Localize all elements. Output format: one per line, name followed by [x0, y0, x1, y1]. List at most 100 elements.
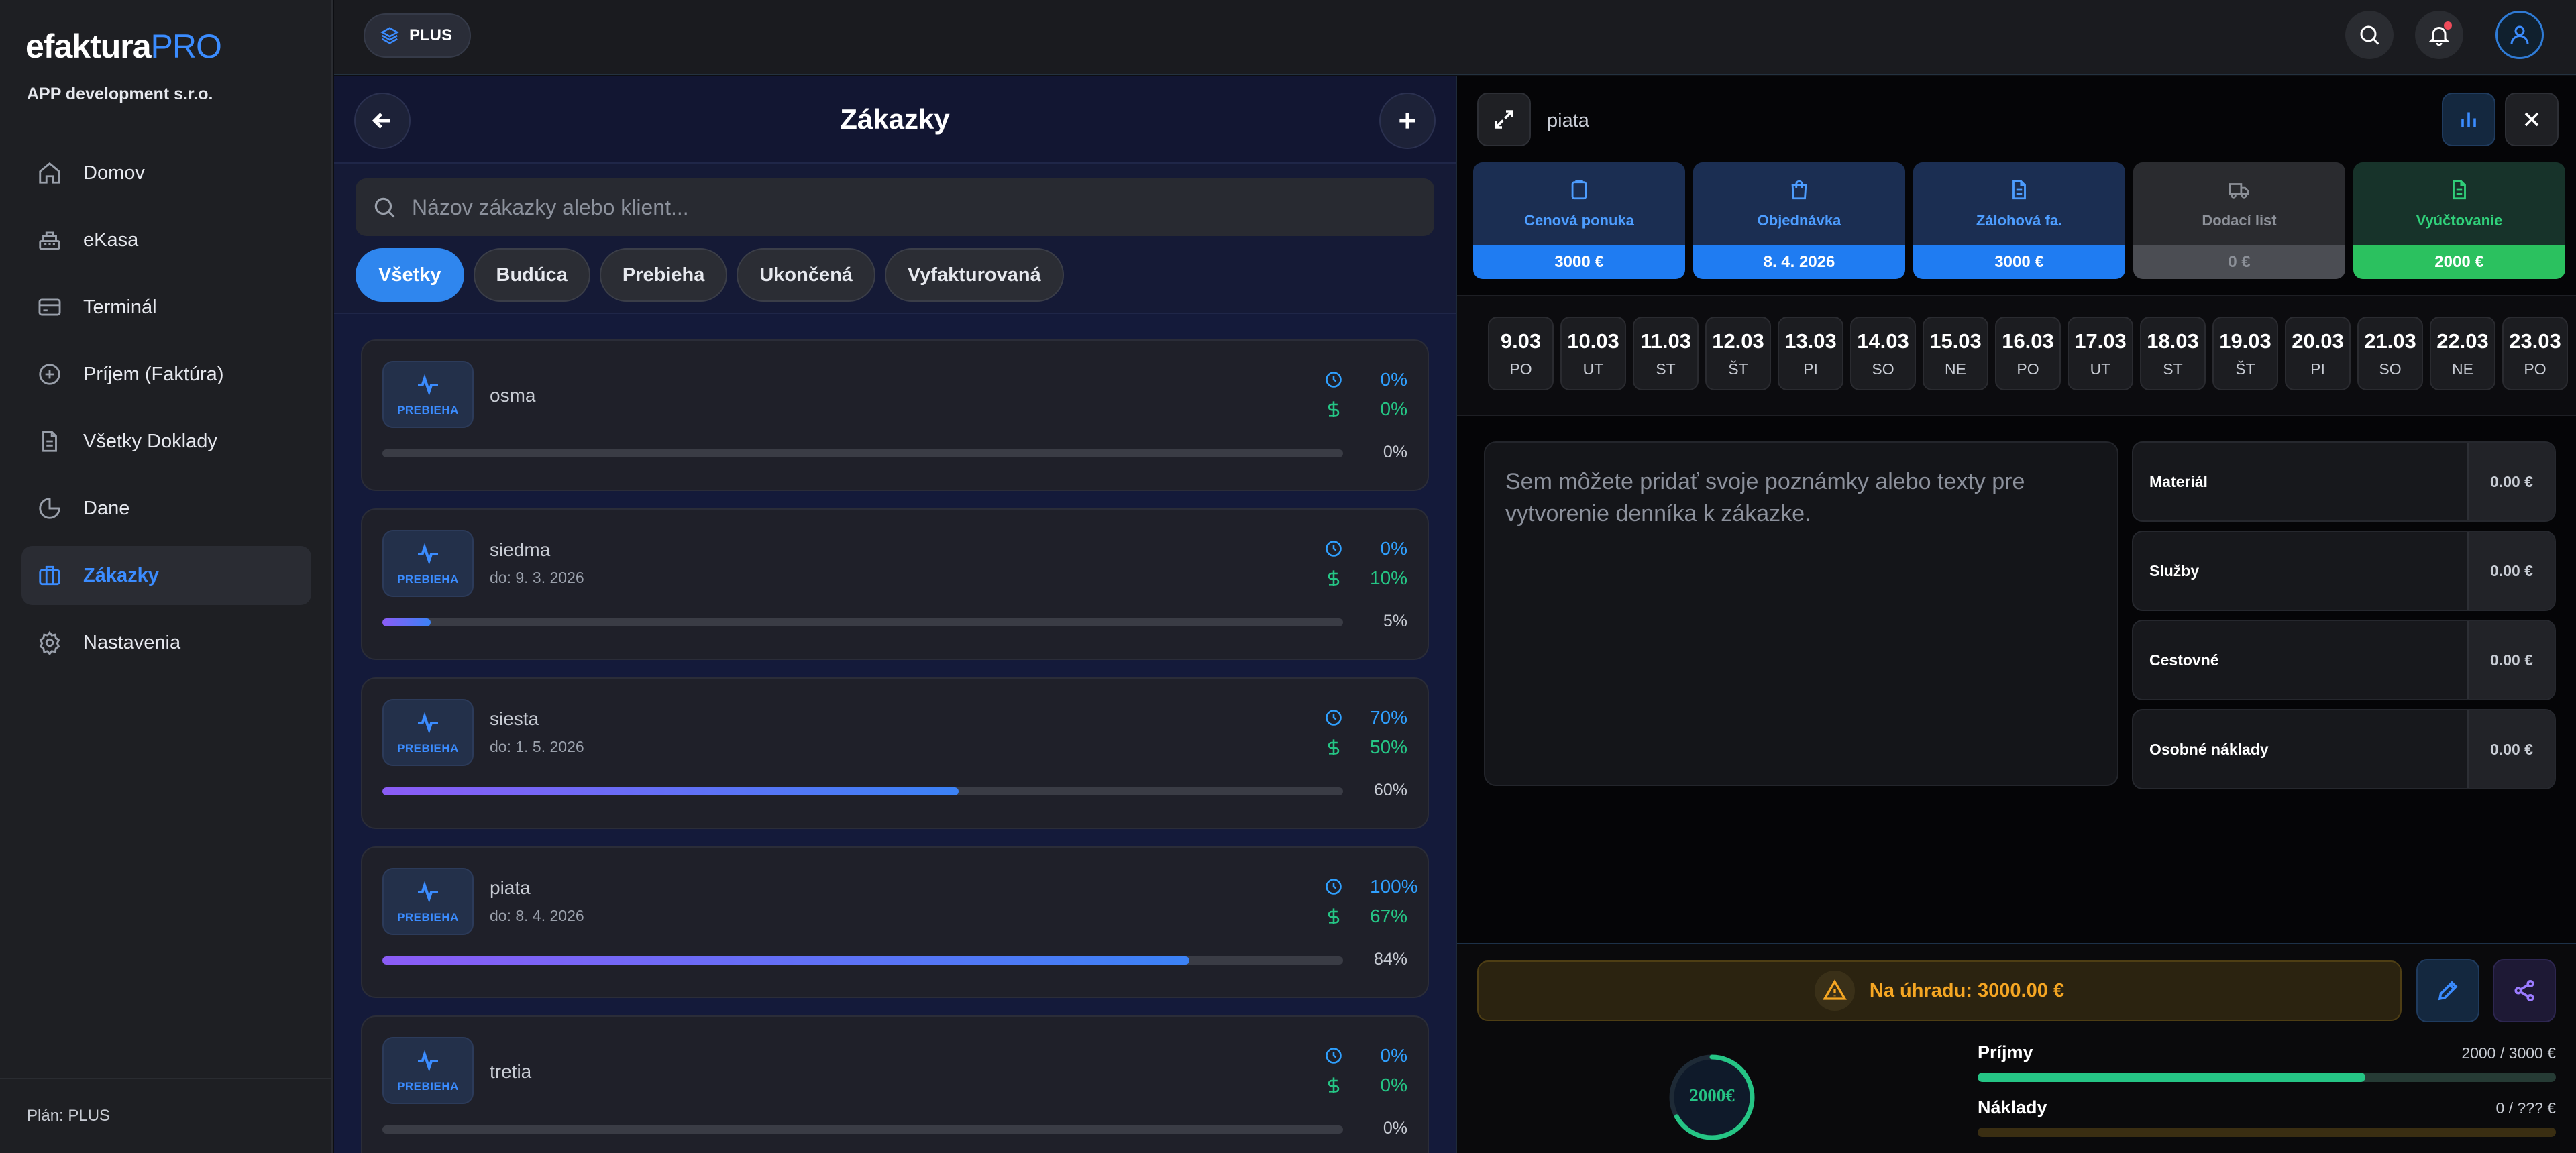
sidebar-item-prijem[interactable]: Príjem (Faktúra)	[21, 345, 311, 404]
date-weekday: NE	[2452, 360, 2473, 378]
doc-card-order[interactable]: Objednávka 8. 4. 2026	[1693, 162, 1905, 279]
user-profile-button[interactable]	[2496, 11, 2544, 59]
progress-label: 84%	[1373, 950, 1407, 969]
date-day: 19.03	[2219, 329, 2271, 353]
sidebar-item-domov[interactable]: Domov	[21, 144, 311, 203]
cost-label: Osobné náklady	[2149, 740, 2269, 758]
sidebar-item-vsetky-doklady[interactable]: Všetky Doklady	[21, 412, 311, 471]
sidebar-item-terminal[interactable]: Terminál	[21, 278, 311, 337]
filter-in-progress[interactable]: Prebieha	[599, 248, 728, 302]
order-search-input[interactable]	[412, 195, 1351, 220]
search-button[interactable]	[2345, 11, 2394, 59]
order-card[interactable]: PREBIEHA siedma do: 9. 3. 2026 0% 10% 5%	[361, 508, 1429, 660]
notes-textarea[interactable]: Sem môžete pridať svoje poznámky alebo t…	[1484, 441, 2118, 786]
plan-badge[interactable]: PLUS	[364, 13, 472, 58]
status-badge: PREBIEHA	[382, 868, 474, 935]
page-title: Zákazky	[840, 103, 950, 135]
filter-invoiced[interactable]: Vyfakturovaná	[884, 248, 1064, 302]
activity-icon	[418, 1050, 438, 1073]
amount-due-text: Na úhradu: 3000.00 €	[1869, 979, 2065, 1001]
date-weekday: UT	[2090, 360, 2111, 378]
time-metric: 100%	[1324, 875, 1418, 899]
doc-card-quote[interactable]: Cenová ponuka 3000 €	[1473, 162, 1685, 279]
warning-icon	[1823, 979, 1847, 1000]
order-card[interactable]: PREBIEHA siesta do: 1. 5. 2026 70% 50% 6…	[361, 677, 1429, 829]
add-order-button[interactable]	[1379, 93, 1436, 149]
status-label: PREBIEHA	[397, 404, 459, 417]
cost-row-personnel[interactable]: Osobné náklady 0.00 €	[2132, 709, 2556, 789]
progress-fill	[382, 787, 959, 795]
cost-row-material[interactable]: Materiál 0.00 €	[2132, 441, 2556, 522]
cost-row-travel[interactable]: Cestovné 0.00 €	[2132, 620, 2556, 700]
expense-value: 0 / ??? €	[2496, 1099, 2556, 1117]
order-name: siedma	[490, 539, 551, 560]
share-button[interactable]	[2493, 959, 2556, 1022]
date-item[interactable]: 11.03 ST	[1633, 317, 1699, 390]
filter-finished[interactable]: Ukončená	[737, 248, 875, 302]
order-card[interactable]: PREBIEHA piata do: 8. 4. 2026 100% 67% 8…	[361, 846, 1429, 998]
notifications-button[interactable]	[2415, 11, 2463, 59]
status-label: PREBIEHA	[397, 1080, 459, 1093]
app-logo[interactable]: efaktura PRO	[25, 28, 222, 65]
date-day: 9.03	[1500, 329, 1542, 353]
date-item[interactable]: 20.03 PI	[2285, 317, 2351, 390]
progress-label: 0%	[1383, 1119, 1407, 1138]
detail-order-name: piata	[1547, 110, 1589, 131]
date-item[interactable]: 14.03 SO	[1850, 317, 1916, 390]
doc-card-label: Vyúčtovanie	[2416, 212, 2503, 229]
share-icon	[2514, 979, 2534, 1002]
progress-label: 5%	[1383, 612, 1407, 630]
income-summary: Príjmy 2000 / 3000 €	[1978, 1042, 2556, 1082]
date-item[interactable]: 21.03 SO	[2357, 317, 2423, 390]
doc-card-settlement[interactable]: Vyúčtovanie 2000 €	[2353, 162, 2565, 279]
logo-text-pro: PRO	[150, 28, 222, 65]
cost-value: 0.00 €	[2467, 710, 2555, 788]
date-item[interactable]: 22.03 NE	[2430, 317, 2496, 390]
date-item[interactable]: 12.03 ŠT	[1705, 317, 1771, 390]
date-item[interactable]: 10.03 UT	[1560, 317, 1626, 390]
bar-chart-icon	[2461, 112, 2476, 127]
date-item[interactable]: 23.03 PO	[2502, 317, 2568, 390]
shopping-bag-icon	[1791, 180, 1807, 200]
status-label: PREBIEHA	[397, 742, 459, 755]
income-bar	[1978, 1073, 2556, 1082]
date-item[interactable]: 17.03 UT	[2068, 317, 2133, 390]
filter-future[interactable]: Budúca	[473, 248, 590, 302]
clock-icon	[1326, 710, 1342, 726]
expense-label: Náklady	[1978, 1097, 2047, 1117]
close-button[interactable]	[2505, 93, 2559, 146]
doc-card-advance-invoice[interactable]: Zálohová fa. 3000 €	[1913, 162, 2125, 279]
date-weekday: ŠT	[2235, 360, 2255, 378]
stats-button[interactable]	[2442, 93, 2496, 146]
date-item[interactable]: 18.03 ST	[2140, 317, 2206, 390]
edit-button[interactable]	[2416, 959, 2479, 1022]
status-badge: PREBIEHA	[382, 699, 474, 766]
cash-register-icon	[36, 227, 63, 254]
date-day: 17.03	[2074, 329, 2127, 353]
sidebar-item-zakazky[interactable]: Zákazky	[21, 546, 311, 605]
sidebar-item-dane[interactable]: Dane	[21, 479, 311, 538]
order-card[interactable]: PREBIEHA osma 0% 0% 0%	[361, 339, 1429, 491]
date-item[interactable]: 19.03 ŠT	[2212, 317, 2278, 390]
date-item[interactable]: 13.03 PI	[1778, 317, 1843, 390]
income-bar-fill	[1978, 1073, 2365, 1082]
doc-card-label: Zálohová fa.	[1976, 212, 2063, 229]
sidebar-item-nastavenia[interactable]: Nastavenia	[21, 613, 311, 672]
order-card[interactable]: PREBIEHA tretia 0% 0% 0%	[361, 1015, 1429, 1153]
doc-card-delivery-note[interactable]: Dodací list 0 €	[2133, 162, 2345, 279]
dollar-icon	[1328, 908, 1340, 924]
filter-all[interactable]: Všetky	[356, 248, 464, 302]
activity-icon	[418, 881, 438, 903]
doc-card-value: 8. 4. 2026	[1693, 245, 1905, 279]
credit-card-icon	[36, 294, 63, 321]
sidebar-nav: Domov eKasa Terminál Príjem (Faktúra) Vš…	[21, 144, 311, 680]
money-metric: 10%	[1324, 566, 1407, 590]
close-icon	[2524, 112, 2539, 127]
sidebar-item-ekasa[interactable]: eKasa	[21, 211, 311, 270]
date-item[interactable]: 15.03 NE	[1923, 317, 1988, 390]
date-item[interactable]: 16.03 PO	[1995, 317, 2061, 390]
gear-icon	[36, 629, 63, 656]
cost-row-services[interactable]: Služby 0.00 €	[2132, 531, 2556, 611]
date-item[interactable]: 9.03 PO	[1488, 317, 1554, 390]
expand-button[interactable]	[1477, 93, 1531, 146]
